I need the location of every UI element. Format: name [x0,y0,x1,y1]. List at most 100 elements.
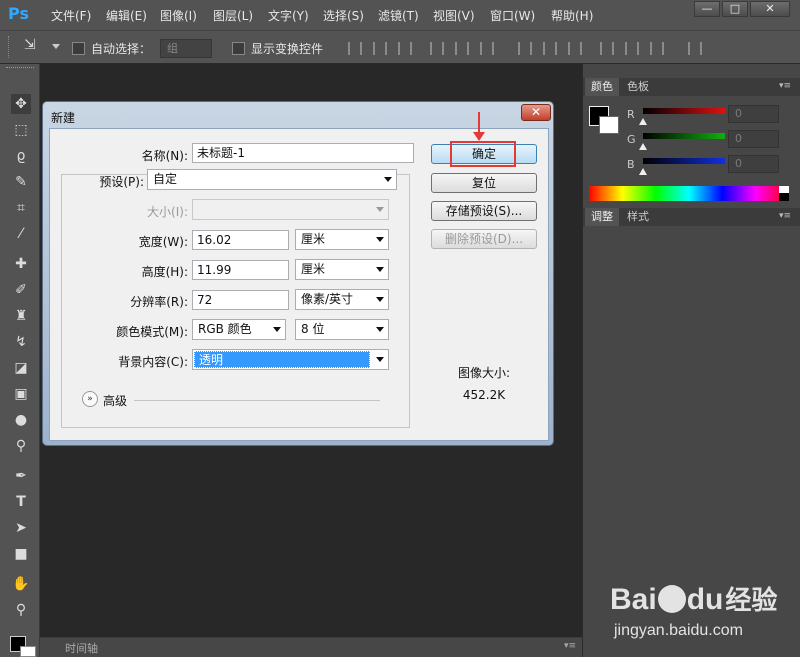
blue-slider-thumb[interactable] [639,168,647,175]
menu-image[interactable]: 图像(I) [160,7,197,24]
right-panels: 颜色 色板 ▾≡ R 0 G 0 B 0 调整 样式 ▾≡ [582,64,800,657]
align-vcenter-icon[interactable] [373,42,387,55]
red-slider-thumb[interactable] [639,118,647,125]
crop-tool-icon[interactable]: ⌗ [11,198,31,218]
distribute-top-icon[interactable] [518,42,532,55]
history-brush-tool-icon[interactable]: ↯ [11,332,31,352]
move-tool-icon[interactable]: ⇲ [24,37,36,53]
menu-edit[interactable]: 编辑(E) [106,7,147,24]
show-transform-checkbox[interactable] [232,42,245,55]
blue-value-field[interactable]: 0 [728,155,779,173]
bit-depth-dropdown[interactable]: 8 位 [295,319,389,340]
align-top-icon[interactable] [348,42,362,55]
green-slider-track[interactable] [643,133,725,139]
align-bottom-icon[interactable] [398,42,412,55]
distribute-vcenter-icon[interactable] [543,42,557,55]
quick-select-tool-icon[interactable]: ✎ [11,172,31,192]
green-slider-thumb[interactable] [639,143,647,150]
brush-tool-icon[interactable]: ✐ [11,280,31,300]
red-value-field[interactable]: 0 [728,105,779,123]
menu-select[interactable]: 选择(S) [323,7,364,24]
panel-menu-icon[interactable]: ▾≡ [779,81,791,91]
auto-align-icon[interactable] [688,42,702,55]
shape-tool-icon[interactable]: ■ [11,544,31,564]
width-field[interactable]: 16.02 [192,230,289,250]
move-tool-icon[interactable]: ✥ [11,94,31,114]
zoom-tool-icon[interactable]: ⚲ [11,600,31,620]
menu-filter[interactable]: 滤镜(T) [378,7,419,24]
lasso-tool-icon[interactable]: ϱ [11,146,31,166]
width-label: 宽度(W): [138,235,188,249]
panel-menu-icon[interactable]: ▾≡ [564,641,576,651]
eyedropper-tool-icon[interactable]: ⁄ [11,224,31,244]
pen-tool-icon[interactable]: ✒ [11,466,31,486]
eraser-tool-icon[interactable]: ◪ [11,358,31,378]
size-dropdown[interactable] [192,199,389,220]
resolution-field[interactable]: 72 [192,290,289,310]
menu-file[interactable]: 文件(F) [51,7,91,24]
watermark-brand2: du [686,583,724,616]
align-right-icon[interactable] [480,42,494,55]
preset-dropdown[interactable]: 自定 [147,169,397,190]
preset-label: 预设(P): [99,175,144,189]
timeline-tab[interactable]: 时间轴 [65,640,98,656]
name-field[interactable]: 未标题-1 [192,143,414,163]
menu-view[interactable]: 视图(V) [433,7,475,24]
menu-layer[interactable]: 图层(L) [213,7,253,24]
dodge-tool-icon[interactable]: ⚲ [11,436,31,456]
auto-select-dropdown[interactable]: 组 [160,39,212,58]
menu-help[interactable]: 帮助(H) [551,7,593,24]
reset-button[interactable]: 复位 [431,173,537,193]
distribute-hcenter-icon[interactable] [625,42,639,55]
clone-stamp-tool-icon[interactable]: ♜ [11,306,31,326]
background-dropdown[interactable]: 透明 [192,349,389,370]
delete-preset-button[interactable]: 删除预设(D)... [431,229,537,249]
align-hcenter-icon[interactable] [455,42,469,55]
photoshop-logo: Ps [8,4,29,23]
distribute-right-icon[interactable] [650,42,664,55]
gradient-tool-icon[interactable]: ▣ [11,384,31,404]
marquee-tool-icon[interactable]: ⬚ [11,120,31,140]
tab-styles[interactable]: 样式 [621,208,655,226]
menu-type[interactable]: 文字(Y) [268,7,309,24]
height-field[interactable]: 11.99 [192,260,289,280]
width-unit-value: 厘米 [301,232,326,246]
background-color-swatch[interactable] [20,646,36,657]
tab-swatches[interactable]: 色板 [621,78,655,96]
save-preset-button[interactable]: 存储预设(S)... [431,201,537,221]
panel-menu-icon[interactable]: ▾≡ [779,211,791,221]
spectrum-black[interactable] [779,193,789,201]
tab-color[interactable]: 颜色 [585,78,619,96]
height-unit-dropdown[interactable]: 厘米 [295,259,389,280]
blur-tool-icon[interactable]: ● [11,410,31,430]
color-mode-value: RGB 颜色 [198,322,252,336]
auto-select-checkbox[interactable] [72,42,85,55]
close-window-button[interactable]: ✕ [750,1,790,17]
align-left-icon[interactable] [430,42,444,55]
tab-adjustments[interactable]: 调整 [585,208,619,226]
advanced-label[interactable]: 高级 [103,392,127,409]
chevron-down-icon [376,327,384,332]
hand-tool-icon[interactable]: ✋ [11,574,31,594]
red-slider-track[interactable] [643,108,725,114]
green-value-field[interactable]: 0 [728,130,779,148]
distribute-left-icon[interactable] [600,42,614,55]
background-color-swatch[interactable] [599,116,619,134]
spectrum-white[interactable] [779,186,789,193]
path-select-tool-icon[interactable]: ➤ [11,518,31,538]
healing-brush-tool-icon[interactable]: ✚ [11,254,31,274]
type-tool-icon[interactable]: T [11,492,31,512]
maximize-button[interactable]: □ [722,1,748,17]
menu-window[interactable]: 窗口(W) [490,7,535,24]
resolution-unit-dropdown[interactable]: 像素/英寸 [295,289,389,310]
color-mode-dropdown[interactable]: RGB 颜色 [192,319,286,340]
dialog-close-button[interactable]: ✕ [521,104,551,121]
color-spectrum-bar[interactable] [589,186,789,201]
blue-slider-track[interactable] [643,158,725,164]
chevron-down-icon [273,327,281,332]
width-unit-dropdown[interactable]: 厘米 [295,229,389,250]
chevron-down-icon[interactable] [52,44,60,49]
advanced-toggle-icon[interactable]: » [82,391,98,407]
minimize-button[interactable]: — [694,1,720,17]
distribute-bottom-icon[interactable] [568,42,582,55]
